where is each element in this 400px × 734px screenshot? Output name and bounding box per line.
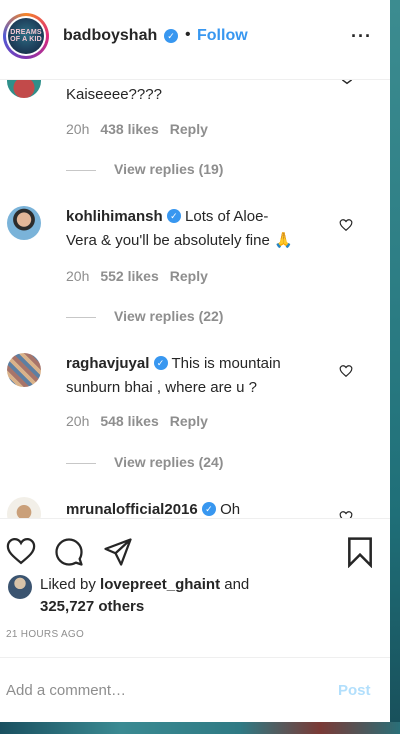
replies-divider bbox=[66, 462, 96, 464]
comment-avatar[interactable] bbox=[7, 497, 41, 518]
post-button[interactable]: Post bbox=[338, 682, 371, 699]
comment-username[interactable]: raghavjuyal bbox=[66, 355, 149, 372]
background-photo-edge bbox=[390, 0, 400, 734]
verified-icon: ✓ bbox=[201, 502, 216, 517]
view-replies-button[interactable]: View replies (22) bbox=[66, 308, 223, 324]
comment-time: 20h bbox=[66, 121, 90, 137]
comment-time: 20h bbox=[66, 413, 90, 429]
comment-avatar[interactable] bbox=[7, 206, 41, 240]
comment-username[interactable]: mrunalofficial2016 bbox=[66, 501, 198, 518]
comment-text-line1: Lots of Aloe- bbox=[185, 208, 269, 225]
more-icon[interactable]: ··· bbox=[351, 26, 372, 47]
comment-likes[interactable]: 438 likes bbox=[100, 121, 158, 137]
background-photo-bottom bbox=[0, 722, 400, 734]
liker-avatar[interactable] bbox=[8, 575, 32, 599]
bookmark-icon[interactable] bbox=[345, 536, 375, 568]
comment-text-line1: This is mountain bbox=[171, 355, 281, 372]
heart-icon[interactable] bbox=[6, 537, 36, 565]
comment-meta: 20h 438 likes Reply bbox=[66, 121, 219, 137]
comment-avatar[interactable] bbox=[7, 80, 41, 98]
author-username[interactable]: badboyshah bbox=[63, 27, 157, 45]
follow-button[interactable]: Follow bbox=[197, 27, 248, 45]
post-timestamp[interactable]: 21 HOURS AGO bbox=[6, 629, 84, 640]
comment-icon[interactable] bbox=[54, 537, 84, 567]
replies-divider bbox=[66, 169, 96, 171]
verified-icon: ✓ bbox=[164, 29, 178, 43]
comment-text: Kaiseeee???? bbox=[66, 86, 162, 103]
replies-divider bbox=[66, 316, 96, 318]
verified-icon: ✓ bbox=[166, 209, 181, 224]
comment-text-line2: sunburn bhai , where are u ? bbox=[66, 379, 257, 396]
heart-icon[interactable] bbox=[340, 80, 354, 88]
comment-bar: Post bbox=[0, 657, 390, 722]
heart-icon[interactable] bbox=[339, 510, 353, 518]
comment-username[interactable]: kohlihimansh bbox=[66, 208, 163, 225]
view-replies-button[interactable]: View replies (24) bbox=[66, 454, 223, 470]
post-header: DREAMS OF A KID badboyshah ✓ • Follow ··… bbox=[0, 0, 390, 80]
reply-button[interactable]: Reply bbox=[170, 268, 208, 284]
comment-text-line1: Oh bbox=[220, 501, 241, 518]
comment-meta: 20h 552 likes Reply bbox=[66, 268, 219, 284]
comments-list[interactable]: Kaiseeee???? 20h 438 likes Reply View repl… bbox=[0, 80, 390, 518]
likes-summary: Liked by lovepreet_ghaint and 325,727 ot… bbox=[40, 574, 249, 618]
likes-mid: and bbox=[220, 576, 250, 593]
verified-icon: ✓ bbox=[153, 356, 168, 371]
liker-username[interactable]: lovepreet_ghaint bbox=[100, 576, 220, 593]
heart-icon[interactable] bbox=[339, 218, 353, 232]
comment-meta: 20h 548 likes Reply bbox=[66, 413, 219, 429]
comment-avatar[interactable] bbox=[7, 353, 41, 387]
view-replies-label: View replies (24) bbox=[114, 454, 224, 470]
view-replies-label: View replies (19) bbox=[114, 161, 224, 177]
view-replies-label: View replies (22) bbox=[114, 308, 224, 324]
author-avatar-image: DREAMS OF A KID bbox=[8, 18, 44, 54]
header-separator: • bbox=[185, 26, 191, 43]
comment-input[interactable] bbox=[6, 679, 306, 701]
view-replies-button[interactable]: View replies (19) bbox=[66, 161, 223, 177]
likes-count[interactable]: 325,727 others bbox=[40, 598, 144, 615]
share-icon[interactable] bbox=[103, 537, 133, 567]
reply-button[interactable]: Reply bbox=[170, 121, 208, 137]
comment-time: 20h bbox=[66, 268, 90, 284]
author-avatar[interactable]: DREAMS OF A KID bbox=[3, 13, 49, 59]
comment-likes[interactable]: 548 likes bbox=[100, 413, 158, 429]
post-side-panel: DREAMS OF A KID badboyshah ✓ • Follow ··… bbox=[0, 0, 390, 722]
reply-button[interactable]: Reply bbox=[170, 413, 208, 429]
likes-prefix: Liked by bbox=[40, 576, 101, 593]
heart-icon[interactable] bbox=[339, 364, 353, 378]
comment-text-line2: Vera & you'll be absolutely fine 🙏 bbox=[66, 232, 293, 249]
comment-likes[interactable]: 552 likes bbox=[100, 268, 158, 284]
